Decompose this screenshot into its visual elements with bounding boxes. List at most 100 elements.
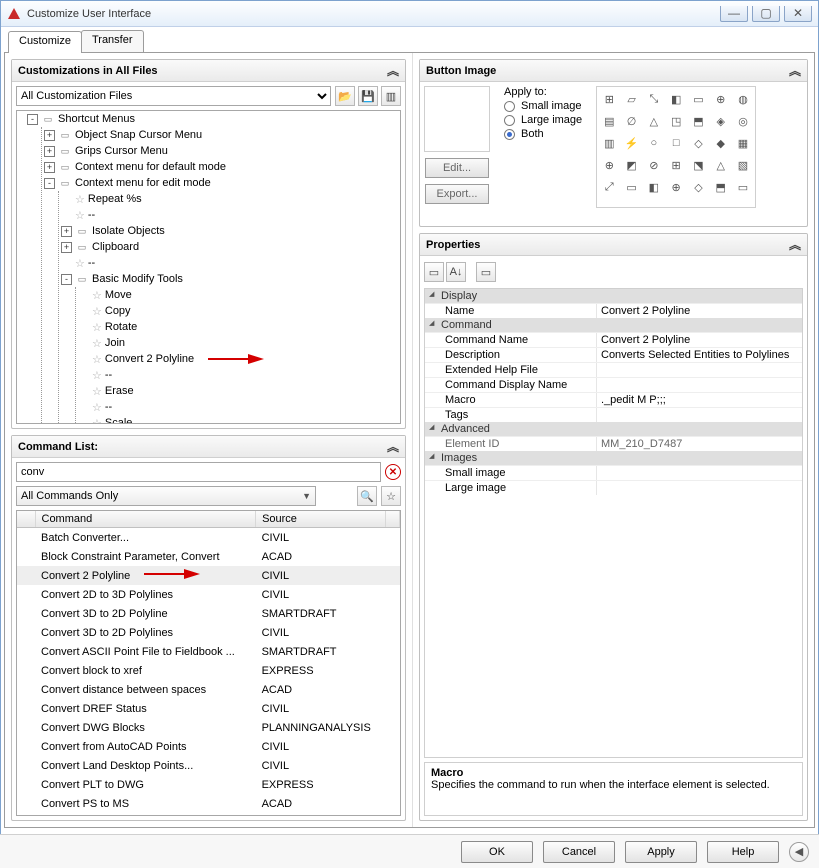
gallery-image-icon[interactable]: ▭: [620, 176, 642, 198]
layer-icon[interactable]: ▥: [381, 86, 401, 106]
tree-item[interactable]: -▭Shortcut Menus: [25, 111, 400, 127]
gallery-image-icon[interactable]: ▧: [732, 154, 754, 176]
gallery-image-icon[interactable]: ⬒: [710, 176, 732, 198]
open-file-icon[interactable]: 📂: [335, 86, 355, 106]
find-command-icon[interactable]: 🔍: [357, 486, 377, 506]
tree-item[interactable]: ☆Copy: [76, 303, 400, 319]
gallery-image-icon[interactable]: ○: [643, 132, 665, 154]
expand-icon[interactable]: +: [44, 130, 55, 141]
gallery-image-icon[interactable]: ▤: [598, 110, 620, 132]
table-row[interactable]: Convert DWG BlocksPLANNINGANALYSIS: [17, 718, 400, 737]
cancel-button[interactable]: Cancel: [543, 841, 615, 863]
gallery-image-icon[interactable]: ◈: [710, 110, 732, 132]
tree-item[interactable]: ☆Repeat %s: [59, 191, 400, 207]
expand-icon[interactable]: +: [61, 242, 72, 253]
gallery-image-icon[interactable]: ⊕: [665, 176, 687, 198]
gallery-image-icon[interactable]: ◧: [665, 88, 687, 110]
gallery-image-icon[interactable]: ◧: [643, 176, 665, 198]
collapse-icon[interactable]: -: [27, 114, 38, 125]
button-image-gallery[interactable]: ⊞▱⤡◧▭⊕◍▤∅△◳⬒◈◎▥⚡○□◇◆▦⊕◩⊘⊞⬔△▧⤢▭◧⊕◇⬒▭: [596, 86, 756, 208]
table-row[interactable]: Convert ASCII Point File to Fieldbook ..…: [17, 642, 400, 661]
gallery-image-icon[interactable]: ◳: [665, 110, 687, 132]
gallery-image-icon[interactable]: △: [710, 154, 732, 176]
maximize-button[interactable]: ▢: [752, 6, 780, 22]
help-button[interactable]: Help: [707, 841, 779, 863]
gallery-image-icon[interactable]: ⊘: [643, 154, 665, 176]
table-row[interactable]: Convert 2D to 3D PolylinesCIVIL: [17, 585, 400, 604]
property-category[interactable]: Advanced: [425, 422, 802, 436]
tree-item[interactable]: ☆--: [59, 255, 400, 271]
gallery-image-icon[interactable]: ⤡: [643, 88, 665, 110]
gallery-image-icon[interactable]: ⬔: [687, 154, 709, 176]
tree-item[interactable]: ☆Convert 2 Polyline: [76, 351, 400, 367]
clear-search-icon[interactable]: ✕: [385, 464, 401, 480]
collapse-icon[interactable]: -: [44, 178, 55, 189]
property-row[interactable]: DescriptionConverts Selected Entities to…: [425, 347, 802, 362]
tree-item[interactable]: ☆--: [59, 207, 400, 223]
command-search-input[interactable]: [16, 462, 381, 482]
table-row[interactable]: Convert 3D to 2D PolylinesCIVIL: [17, 623, 400, 642]
property-row[interactable]: Tags: [425, 407, 802, 422]
tree-item[interactable]: -▭Context menu for edit mode: [42, 175, 400, 191]
gallery-image-icon[interactable]: ◇: [687, 176, 709, 198]
table-row[interactable]: Convert PLT to DWGEXPRESS: [17, 775, 400, 794]
tree-item[interactable]: ☆Scale: [76, 415, 400, 424]
alphabetical-view-icon[interactable]: A↓: [446, 262, 466, 282]
gallery-image-icon[interactable]: ◆: [710, 132, 732, 154]
property-row[interactable]: Macro._pedit M P;;;: [425, 392, 802, 407]
radio-small-image[interactable]: Small image: [504, 100, 582, 112]
gallery-image-icon[interactable]: ⚡: [620, 132, 642, 154]
table-row[interactable]: Convert DREF StatusCIVIL: [17, 699, 400, 718]
table-row[interactable]: Convert block to xrefEXPRESS: [17, 661, 400, 680]
gallery-image-icon[interactable]: ⬒: [687, 110, 709, 132]
command-filter-dropdown[interactable]: All Commands Only▼: [16, 486, 316, 506]
property-row[interactable]: Large image: [425, 480, 802, 495]
expand-icon[interactable]: +: [44, 146, 55, 157]
tree-item[interactable]: ☆Join: [76, 335, 400, 351]
save-file-icon[interactable]: 💾: [358, 86, 378, 106]
close-button[interactable]: ✕: [784, 6, 812, 22]
tab-transfer[interactable]: Transfer: [81, 30, 144, 52]
new-command-icon[interactable]: ☆: [381, 486, 401, 506]
tree-item[interactable]: ☆Rotate: [76, 319, 400, 335]
tree-item[interactable]: +▭Isolate Objects: [59, 223, 400, 239]
table-row[interactable]: Convert PS to MSACAD: [17, 794, 400, 813]
expand-icon[interactable]: +: [44, 162, 55, 173]
tree-item[interactable]: +▭Clipboard: [59, 239, 400, 255]
gallery-image-icon[interactable]: △: [643, 110, 665, 132]
gallery-image-icon[interactable]: ▭: [687, 88, 709, 110]
property-grid[interactable]: DisplayNameConvert 2 PolylineCommandComm…: [424, 288, 803, 758]
col-source[interactable]: Source: [256, 511, 386, 528]
gallery-image-icon[interactable]: ∅: [620, 110, 642, 132]
collapse-panel-icon[interactable]: ︽: [387, 62, 399, 79]
property-pages-icon[interactable]: ▭: [476, 262, 496, 282]
property-row[interactable]: Element IDMM_210_D7487: [425, 436, 802, 451]
gallery-image-icon[interactable]: ▭: [732, 176, 754, 198]
radio-both[interactable]: Both: [504, 128, 582, 140]
table-row[interactable]: Convert distance between spacesACAD: [17, 680, 400, 699]
table-row[interactable]: Convert 2 PolylineCIVIL: [17, 566, 400, 585]
ok-button[interactable]: OK: [461, 841, 533, 863]
radio-large-image[interactable]: Large image: [504, 114, 582, 126]
property-row[interactable]: Small image: [425, 465, 802, 480]
gallery-image-icon[interactable]: ▱: [620, 88, 642, 110]
tree-item[interactable]: +▭Grips Cursor Menu: [42, 143, 400, 159]
tree-item[interactable]: +▭Context menu for default mode: [42, 159, 400, 175]
edit-image-button[interactable]: Edit...: [425, 158, 489, 178]
gallery-image-icon[interactable]: ◩: [620, 154, 642, 176]
expand-dialog-icon[interactable]: ◀: [789, 842, 809, 862]
table-row[interactable]: Convert from AutoCAD PointsCIVIL: [17, 737, 400, 756]
property-row[interactable]: Extended Help File: [425, 362, 802, 377]
tree-item[interactable]: ☆--: [76, 399, 400, 415]
tree-item[interactable]: ☆Move: [76, 287, 400, 303]
gallery-image-icon[interactable]: ◇: [687, 132, 709, 154]
tree-item[interactable]: -▭Basic Modify Tools: [59, 271, 400, 287]
gallery-image-icon[interactable]: ⊕: [598, 154, 620, 176]
collapse-icon[interactable]: -: [61, 274, 72, 285]
gallery-image-icon[interactable]: ▦: [732, 132, 754, 154]
categorized-view-icon[interactable]: ▭: [424, 262, 444, 282]
gallery-image-icon[interactable]: ⊞: [598, 88, 620, 110]
table-row[interactable]: Batch Converter...CIVIL: [17, 528, 400, 548]
gallery-image-icon[interactable]: ⊞: [665, 154, 687, 176]
table-row[interactable]: Block Constraint Parameter, ConvertACAD: [17, 547, 400, 566]
